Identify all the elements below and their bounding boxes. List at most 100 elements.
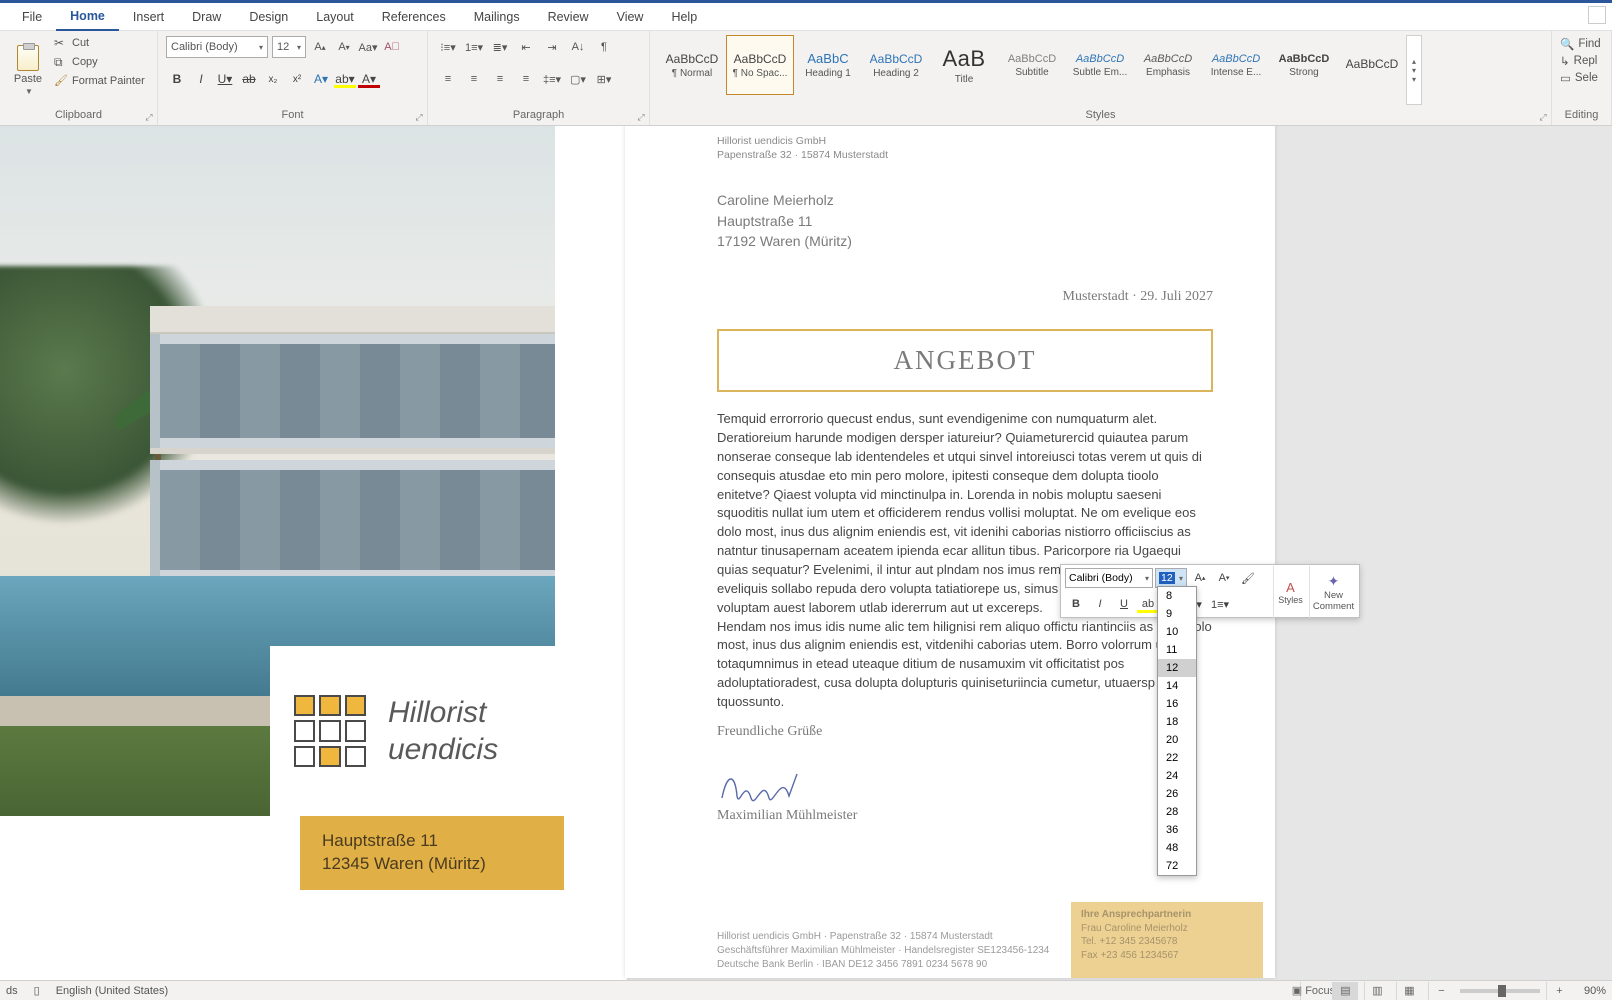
tab-file[interactable]: File	[8, 4, 56, 30]
size-option-14[interactable]: 14	[1158, 677, 1196, 695]
format-painter-button[interactable]: Format Painter	[52, 73, 147, 89]
style-card-10[interactable]: AaBbCcD	[1338, 35, 1406, 95]
text-effects-button[interactable]: A▾	[310, 68, 332, 90]
sort-button[interactable]: A↓	[566, 36, 590, 58]
status-language[interactable]: English (United States)	[56, 985, 169, 997]
font-color-button[interactable]: A▾	[358, 68, 380, 90]
align-left-button[interactable]: ≡	[436, 68, 460, 90]
style-card-9[interactable]: AaBbCcDStrong	[1270, 35, 1338, 95]
increase-indent-button[interactable]: ⇥	[540, 36, 564, 58]
borders-button[interactable]: ⊞▾	[592, 68, 616, 90]
print-layout-button[interactable]: ▤	[1332, 982, 1358, 1000]
style-card-6[interactable]: AaBbCcDSubtle Em...	[1066, 35, 1134, 95]
copy-button[interactable]: Copy	[52, 54, 147, 70]
zoom-level[interactable]: 90%	[1584, 985, 1606, 997]
shading-button[interactable]: ▢▾	[566, 68, 590, 90]
style-card-7[interactable]: AaBbCcDEmphasis	[1134, 35, 1202, 95]
tab-design[interactable]: Design	[235, 4, 302, 30]
tab-references[interactable]: References	[368, 4, 460, 30]
size-option-26[interactable]: 26	[1158, 785, 1196, 803]
zoom-out-button[interactable]: −	[1428, 982, 1454, 1000]
tab-review[interactable]: Review	[534, 4, 603, 30]
mini-numbering[interactable]: 1≡▾	[1209, 593, 1231, 615]
mini-font-selector[interactable]: Calibri (Body)▾	[1065, 568, 1153, 588]
italic-button[interactable]: I	[190, 68, 212, 90]
underline-button[interactable]: U▾	[214, 68, 236, 90]
size-dropdown[interactable]: 891011121416182022242628364872	[1157, 586, 1197, 876]
font-name-selector[interactable]: Calibri (Body)▾	[166, 36, 268, 58]
mini-shrink-font[interactable]: A▾	[1213, 567, 1235, 589]
styles-more-button[interactable]: ▴▾▾	[1406, 35, 1422, 105]
size-option-11[interactable]: 11	[1158, 641, 1196, 659]
mini-bold[interactable]: B	[1065, 593, 1087, 615]
accessibility-icon[interactable]: ▯	[34, 984, 40, 997]
size-option-16[interactable]: 16	[1158, 695, 1196, 713]
justify-button[interactable]: ≡	[514, 68, 538, 90]
align-right-button[interactable]: ≡	[488, 68, 512, 90]
style-card-4[interactable]: AaBTitle	[930, 35, 998, 95]
zoom-in-button[interactable]: +	[1546, 982, 1572, 1000]
clear-formatting-button[interactable]: A⃠	[382, 36, 402, 58]
cut-button[interactable]: Cut	[52, 35, 147, 51]
size-option-12[interactable]: 12	[1158, 659, 1196, 677]
style-card-0[interactable]: AaBbCcD¶ Normal	[658, 35, 726, 95]
line-spacing-button[interactable]: ‡≡▾	[540, 68, 564, 90]
tab-view[interactable]: View	[603, 4, 658, 30]
clipboard-launcher[interactable]: ⤢	[143, 111, 155, 123]
style-card-2[interactable]: AaBbCHeading 1	[794, 35, 862, 95]
numbering-button[interactable]: 1≡▾	[462, 36, 486, 58]
size-option-9[interactable]: 9	[1158, 605, 1196, 623]
mini-styles-label[interactable]: Styles	[1278, 595, 1303, 605]
show-marks-button[interactable]: ¶	[592, 36, 616, 58]
size-option-24[interactable]: 24	[1158, 767, 1196, 785]
style-card-1[interactable]: AaBbCcD¶ No Spac...	[726, 35, 794, 95]
change-case-button[interactable]: Aa▾	[358, 36, 378, 58]
strikethrough-button[interactable]: ab	[238, 68, 260, 90]
share-icon[interactable]	[1588, 6, 1606, 24]
body-para2[interactable]: Hendam nos imus idis nume alic tem hilig…	[717, 618, 1213, 712]
mini-format-painter[interactable]: 🖌	[1237, 567, 1259, 589]
multilevel-button[interactable]: ≣▾	[488, 36, 512, 58]
bold-button[interactable]: B	[166, 68, 188, 90]
find-button[interactable]: 🔍Find	[1560, 37, 1603, 51]
grow-font-button[interactable]: A▴	[310, 36, 330, 58]
tab-help[interactable]: Help	[657, 4, 711, 30]
decrease-indent-button[interactable]: ⇤	[514, 36, 538, 58]
select-button[interactable]: ▭Sele	[1560, 71, 1603, 85]
style-card-3[interactable]: AaBbCcDHeading 2	[862, 35, 930, 95]
mini-italic[interactable]: I	[1089, 593, 1111, 615]
bullets-button[interactable]: ⁝≡▾	[436, 36, 460, 58]
size-option-18[interactable]: 18	[1158, 713, 1196, 731]
subscript-button[interactable]: x₂	[262, 68, 284, 90]
mini-new-comment[interactable]: ✦ New Comment	[1309, 566, 1357, 618]
font-launcher[interactable]: ⤢	[413, 111, 425, 123]
font-size-selector[interactable]: 12▾	[272, 36, 306, 58]
web-layout-button[interactable]: ▦	[1396, 982, 1422, 1000]
tab-draw[interactable]: Draw	[178, 4, 235, 30]
mini-highlight[interactable]: ab	[1137, 593, 1159, 615]
align-center-button[interactable]: ≡	[462, 68, 486, 90]
highlight-button[interactable]: ab▾	[334, 68, 356, 90]
style-card-5[interactable]: AaBbCcDSubtitle	[998, 35, 1066, 95]
mini-underline[interactable]: U	[1113, 593, 1135, 615]
paste-button[interactable]: Paste ▼	[8, 35, 48, 105]
size-option-8[interactable]: 8	[1158, 587, 1196, 605]
status-words[interactable]: ds	[6, 985, 18, 997]
tab-layout[interactable]: Layout	[302, 4, 368, 30]
read-mode-button[interactable]: ▥	[1364, 982, 1390, 1000]
size-option-22[interactable]: 22	[1158, 749, 1196, 767]
tab-home[interactable]: Home	[56, 3, 119, 31]
mini-size-selector[interactable]: 12▾	[1155, 568, 1187, 588]
size-option-10[interactable]: 10	[1158, 623, 1196, 641]
styles-launcher[interactable]: ⤢	[1537, 111, 1549, 123]
letter-body[interactable]: Temquid errorrorio quecust endus, sunt e…	[717, 410, 1213, 712]
size-option-72[interactable]: 72	[1158, 857, 1196, 875]
tab-insert[interactable]: Insert	[119, 4, 178, 30]
size-option-36[interactable]: 36	[1158, 821, 1196, 839]
size-option-20[interactable]: 20	[1158, 731, 1196, 749]
size-option-28[interactable]: 28	[1158, 803, 1196, 821]
size-option-48[interactable]: 48	[1158, 839, 1196, 857]
replace-button[interactable]: ↳Repl	[1560, 54, 1603, 68]
tab-mailings[interactable]: Mailings	[460, 4, 534, 30]
style-card-8[interactable]: AaBbCcDIntense E...	[1202, 35, 1270, 95]
